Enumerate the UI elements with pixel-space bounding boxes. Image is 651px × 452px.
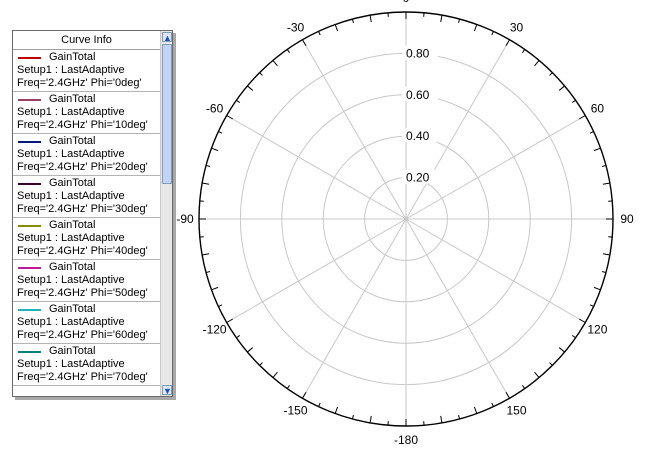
polar-tick (458, 18, 461, 24)
polar-tick (505, 391, 510, 399)
angle-tick-label: 120 (587, 323, 607, 337)
polar-tick (218, 304, 223, 307)
angle-tick-label: 30 (510, 21, 524, 35)
radial-tick-label: 0.80 (406, 46, 430, 60)
angle-tick-label: -120 (203, 323, 227, 337)
polar-tick (318, 31, 321, 36)
polar-tick (534, 371, 540, 378)
polar-tick (601, 164, 607, 167)
polar-tick (593, 147, 601, 152)
polar-tick (473, 406, 478, 414)
angle-tick-label: -30 (287, 21, 305, 35)
angle-tick-label: -180 (394, 433, 418, 447)
polar-tick (259, 362, 263, 366)
polar-tick (247, 347, 254, 353)
polar-tick (473, 24, 478, 32)
polar-tick (272, 60, 278, 67)
polar-tick (458, 414, 461, 420)
polar-spoke (405, 218, 586, 323)
polar-tick (558, 85, 565, 91)
polar-tick (602, 253, 610, 256)
polar-tick (601, 271, 607, 274)
polar-tick (236, 335, 240, 339)
polar-spoke (302, 39, 407, 220)
polar-tick (589, 304, 594, 307)
angle-tick-label: 90 (620, 212, 634, 226)
polar-plot: 0 30 60 90 120 150 -180 -150 -120 -90 -60 -30 0.20 0.… (176, 0, 634, 447)
polar-tick (334, 24, 339, 32)
polar-spoke (405, 218, 510, 399)
polar-tick (522, 49, 526, 53)
polar-tick (202, 182, 210, 185)
polar-tick (259, 72, 263, 76)
polar-tick (351, 18, 354, 24)
polar-tick (334, 406, 339, 414)
polar-tick (589, 131, 594, 134)
polar-tick (202, 253, 210, 256)
polar-tick (572, 335, 576, 339)
polar-spoke (226, 115, 407, 220)
polar-tick (602, 182, 610, 185)
polar-tick (351, 414, 354, 420)
polar-tick (578, 115, 586, 120)
angle-tick-label: -150 (283, 403, 307, 417)
polar-tick (522, 385, 526, 389)
polar-tick (205, 271, 211, 274)
polar-tick (302, 39, 307, 47)
polar-tick (318, 402, 321, 407)
polar-tick (369, 415, 372, 423)
polar-tick (302, 391, 307, 399)
polar-tick (247, 85, 254, 91)
polar-tick (286, 385, 290, 389)
radial-tick-label: 0.40 (406, 129, 430, 143)
polar-tick (578, 318, 586, 323)
polar-tick (218, 131, 223, 134)
polar-tick (205, 164, 211, 167)
polar-tick (593, 286, 601, 291)
polar-tick (440, 415, 443, 423)
polar-tick (491, 402, 494, 407)
angle-tick-label: -90 (176, 212, 194, 226)
polar-spoke (226, 218, 407, 323)
polar-tick (534, 60, 540, 67)
polar-tick (226, 115, 234, 120)
polar-tick (369, 15, 372, 23)
radial-tick-label: 0.20 (406, 171, 430, 185)
polar-tick (286, 49, 290, 53)
polar-tick (549, 72, 553, 76)
polar-tick (440, 15, 443, 23)
radial-tick-label: 0.60 (406, 88, 430, 102)
angle-tick-label: 0 (403, 0, 410, 5)
polar-tick (236, 99, 240, 103)
polar-tick (491, 31, 494, 36)
polar-tick (211, 286, 219, 291)
polar-spoke (302, 218, 407, 399)
polar-tick (226, 318, 234, 323)
polar-tick (505, 39, 510, 47)
polar-tick (572, 99, 576, 103)
polar-tick (272, 371, 278, 378)
angle-tick-label: 150 (506, 403, 526, 417)
angle-tick-label: -60 (206, 102, 224, 116)
polar-tick (211, 147, 219, 152)
angle-tick-label: 60 (591, 102, 605, 116)
polar-tick (558, 347, 565, 353)
polar-tick (549, 362, 553, 366)
